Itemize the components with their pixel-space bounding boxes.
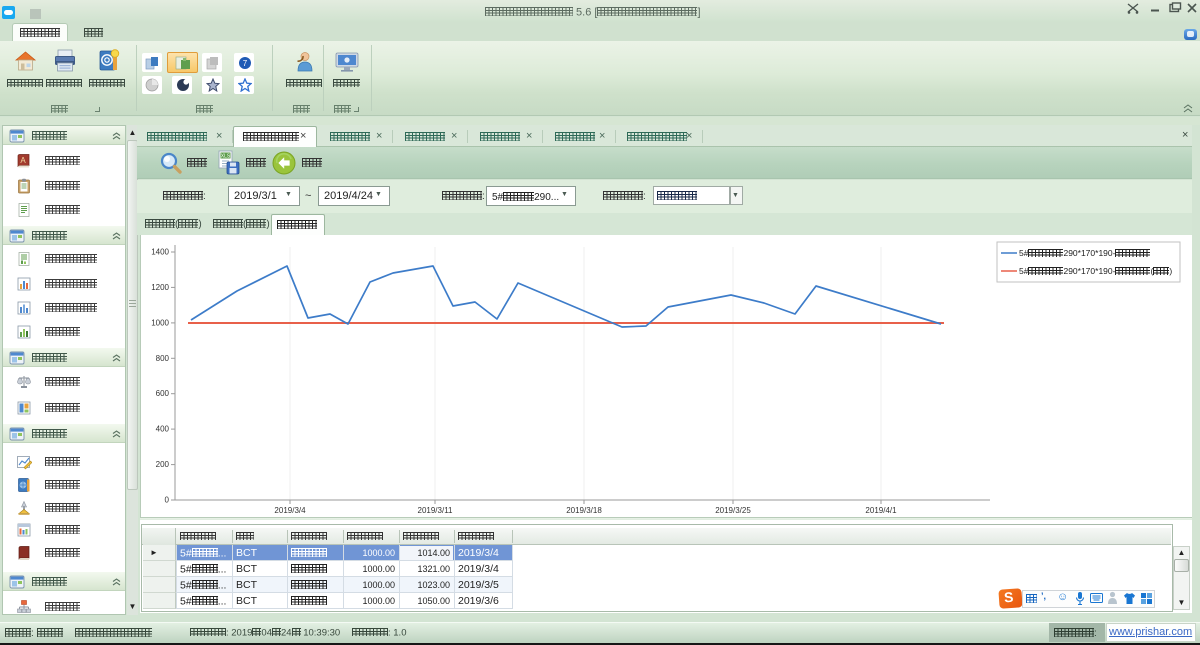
svg-text:2019/3/25: 2019/3/25 xyxy=(715,506,751,515)
svg-text:A: A xyxy=(20,156,26,165)
svg-text:1200: 1200 xyxy=(151,283,169,292)
svg-text:XLS: XLS xyxy=(221,154,231,160)
svg-text:2019/3/11: 2019/3/11 xyxy=(418,506,454,515)
svg-text:800: 800 xyxy=(156,354,170,363)
svg-text:1400: 1400 xyxy=(151,248,169,257)
svg-text:400: 400 xyxy=(156,425,170,434)
svg-text:200: 200 xyxy=(156,460,170,469)
svg-text:600: 600 xyxy=(156,389,170,398)
svg-text:7: 7 xyxy=(243,59,248,68)
svg-text:2019/4/1: 2019/4/1 xyxy=(865,506,897,515)
svg-text:1000: 1000 xyxy=(151,318,169,327)
svg-text:2019/3/4: 2019/3/4 xyxy=(274,506,306,515)
svg-text:0: 0 xyxy=(165,496,170,505)
svg-text:2019/3/18: 2019/3/18 xyxy=(566,506,602,515)
